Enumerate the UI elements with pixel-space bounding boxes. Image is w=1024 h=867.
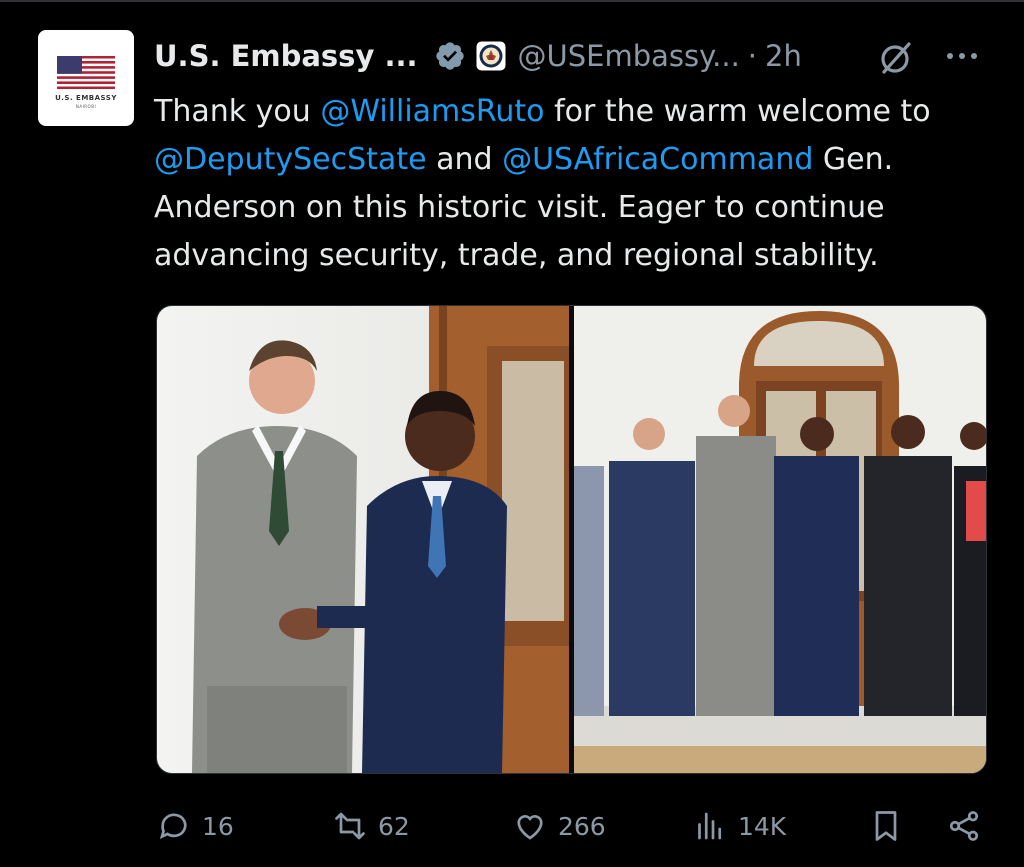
mention-link[interactable]: @DeputySecState — [154, 142, 427, 177]
mention-link[interactable]: @USAfricaCommand — [502, 142, 813, 177]
tweet-text-segment: for the warm welcome to — [544, 94, 931, 129]
department-seal-icon[interactable] — [476, 41, 506, 71]
share-icon — [949, 811, 979, 841]
views-icon — [698, 812, 722, 840]
avatar-subcaption: NAIROBI — [75, 104, 97, 109]
avatar-caption: U.S. EMBASSY — [55, 94, 117, 102]
reply-button[interactable]: 16 — [156, 806, 234, 846]
views-button[interactable]: 14K — [692, 806, 786, 846]
tweet-text-segment: and — [426, 142, 503, 177]
like-button[interactable]: 266 — [512, 806, 606, 846]
repost-icon — [335, 812, 365, 840]
tweet-text: Thank you @WilliamsRuto for the warm wel… — [154, 88, 994, 280]
share-button[interactable] — [946, 806, 982, 846]
reply-count: 16 — [202, 811, 234, 841]
views-count: 14K — [738, 811, 787, 841]
group-photo[interactable] — [574, 306, 986, 773]
us-flag-icon — [57, 56, 115, 89]
timestamp[interactable]: 2h — [765, 39, 802, 73]
reply-icon — [159, 813, 187, 839]
like-count: 266 — [558, 811, 606, 841]
more-options-icon[interactable] — [942, 36, 982, 76]
bookmark-icon — [875, 811, 897, 841]
author-name[interactable]: U.S. Embassy ... — [154, 39, 418, 73]
bookmark-button[interactable] — [868, 806, 904, 846]
mention-link[interactable]: @WilliamsRuto — [320, 94, 544, 129]
tweet-media[interactable] — [156, 305, 987, 774]
tweet-text-segment: Thank you — [154, 94, 321, 129]
tweet-header: U.S. Embassy ... @USEmbassy... · 2h — [154, 36, 802, 76]
heart-icon — [517, 815, 543, 840]
tweet-actions: 16 62 266 14K — [156, 806, 986, 846]
verified-badge-icon[interactable] — [434, 40, 466, 72]
grok-icon[interactable] — [876, 38, 916, 78]
avatar[interactable]: U.S. EMBASSY NAIROBI — [38, 30, 134, 126]
author-handle[interactable]: @USEmbassy... — [518, 39, 740, 73]
top-divider — [0, 0, 1024, 2]
separator-dot: · — [747, 39, 758, 73]
handshake-photo[interactable] — [157, 306, 569, 773]
repost-count: 62 — [378, 811, 410, 841]
repost-button[interactable]: 62 — [332, 806, 410, 846]
